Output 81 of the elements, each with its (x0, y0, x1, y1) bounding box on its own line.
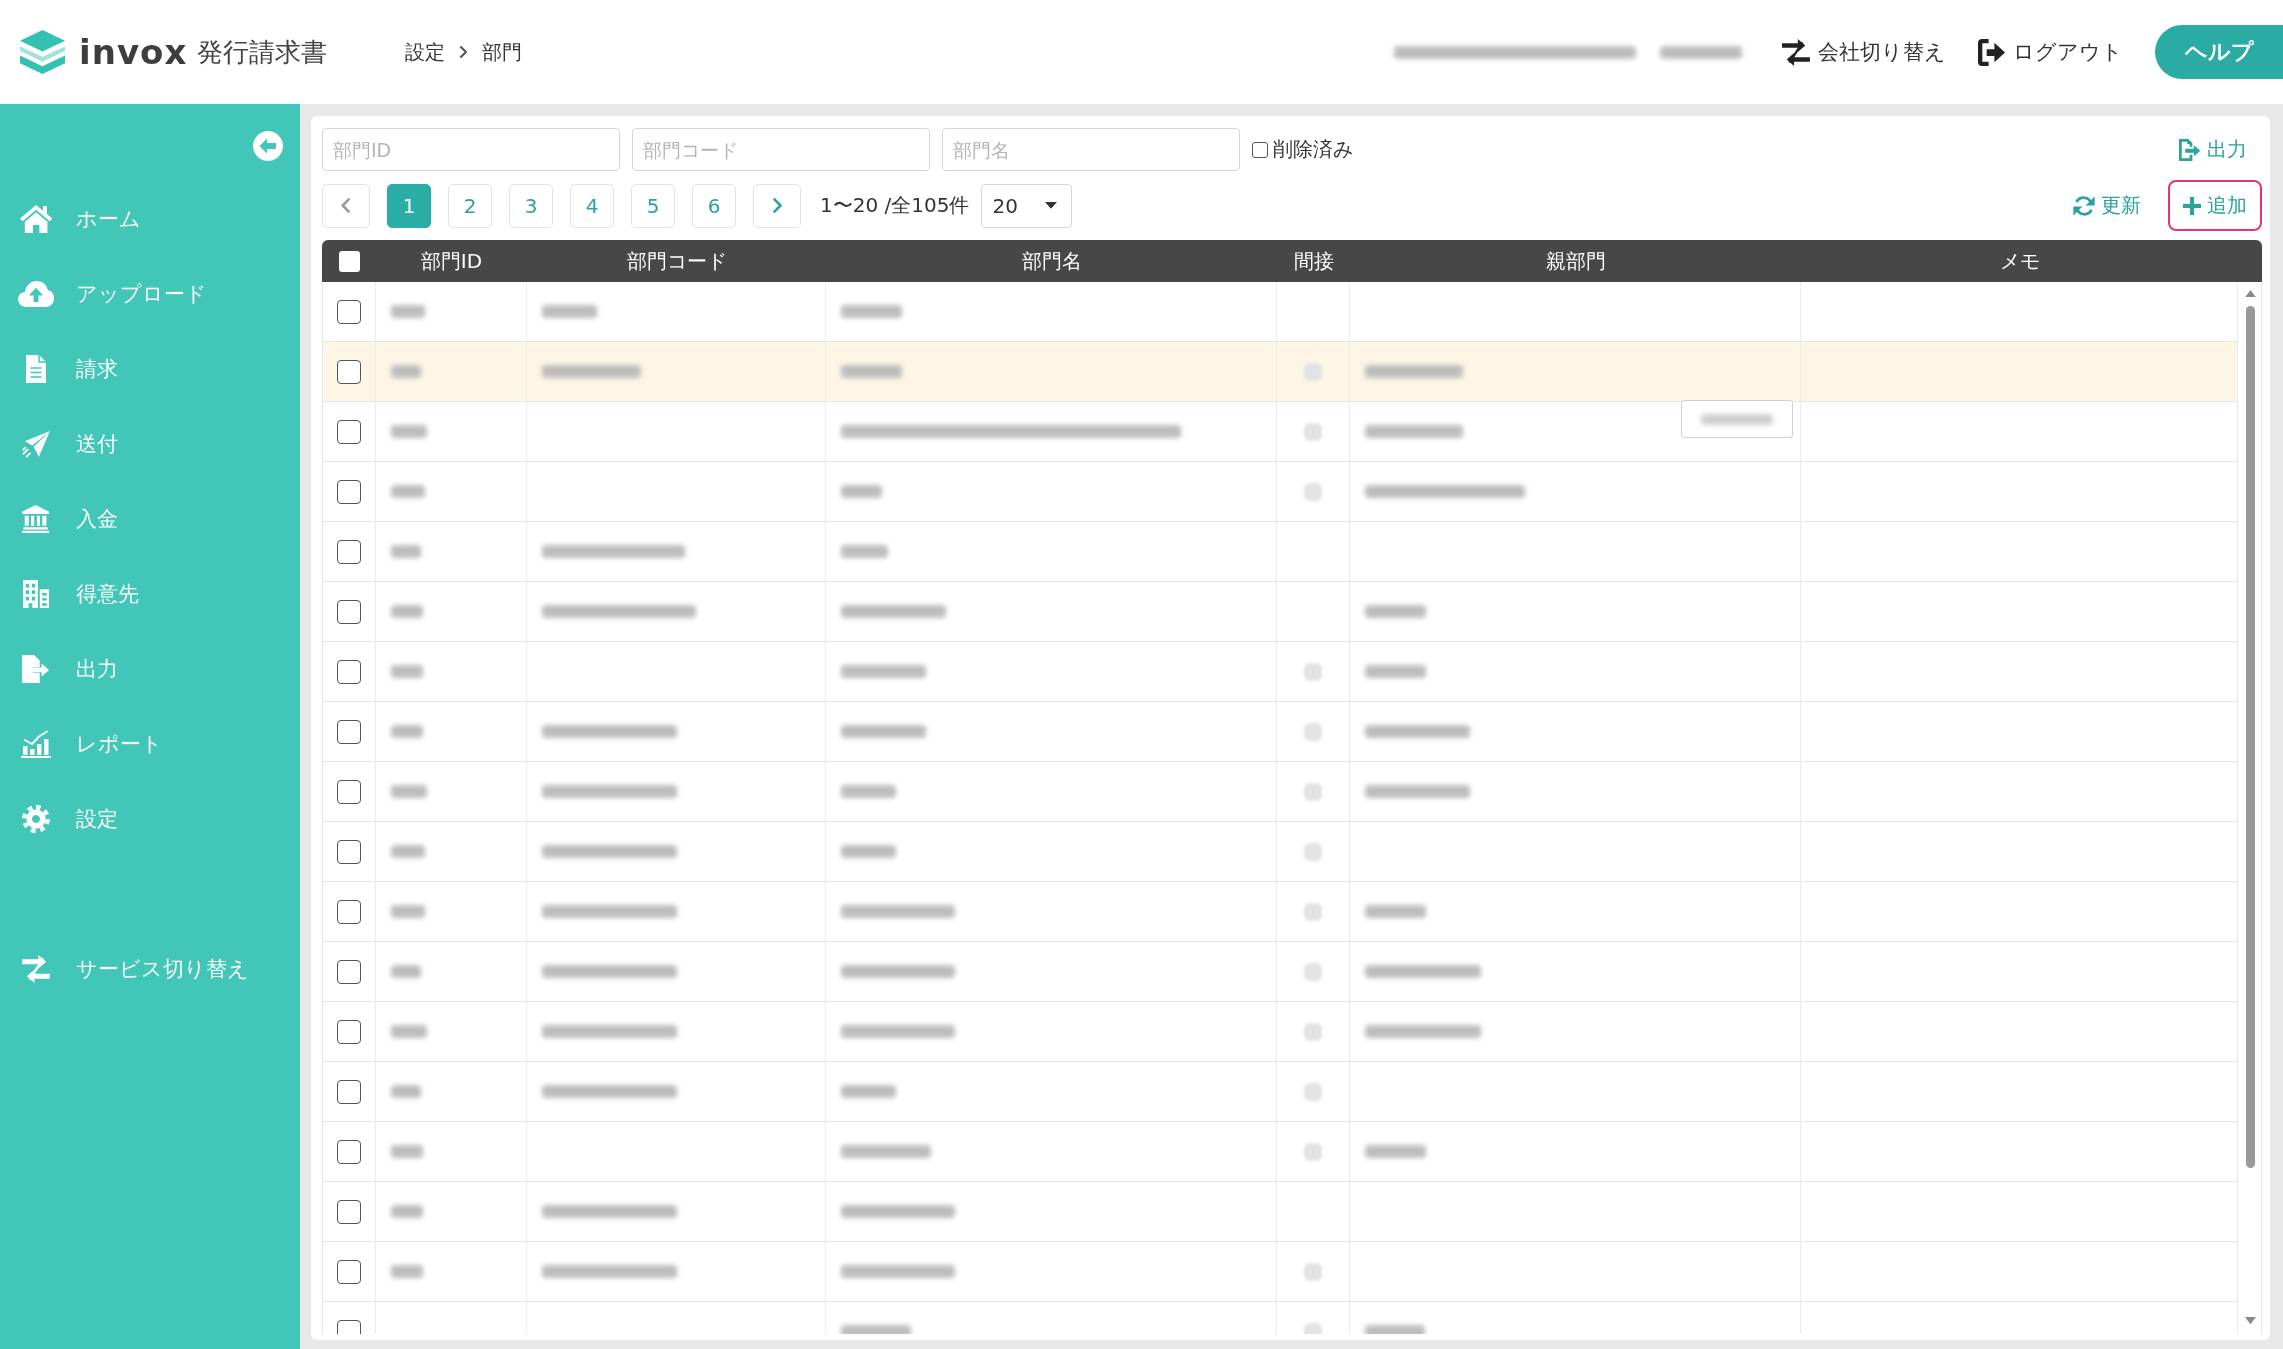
sidebar-item[interactable]: レポート (0, 706, 300, 781)
product-name: 発行請求書 (197, 35, 328, 69)
row-checkbox[interactable] (337, 1019, 361, 1044)
row-checkbox[interactable] (337, 419, 361, 444)
chart-icon (21, 729, 51, 758)
logout-link[interactable]: ログアウト (1978, 38, 2123, 66)
row-checkbox[interactable] (337, 1079, 361, 1104)
page-button[interactable]: 5 (631, 183, 675, 228)
row-checkbox[interactable] (337, 839, 361, 864)
chevron-right-icon (771, 197, 783, 214)
refresh-link[interactable]: 更新 (2073, 192, 2141, 219)
breadcrumb-link[interactable]: 設定 (405, 38, 446, 66)
row-checkbox[interactable] (337, 539, 361, 564)
bank-icon (22, 504, 50, 533)
row-checkbox[interactable] (337, 659, 361, 684)
logo-icon (20, 30, 65, 74)
sidebar-item[interactable]: 設定 (0, 781, 300, 856)
row-checkbox[interactable] (337, 719, 361, 744)
refresh-icon (2073, 194, 2095, 217)
row-checkbox[interactable] (337, 479, 361, 504)
sidebar-item[interactable]: アップロード (0, 256, 300, 331)
scroll-down-icon[interactable] (2244, 1316, 2256, 1324)
chevron-left-icon (340, 197, 352, 214)
page-button[interactable]: 6 (692, 183, 736, 228)
row-checkbox[interactable] (337, 899, 361, 924)
filter-field[interactable]: 部門コード (632, 128, 930, 171)
deleted-checkbox[interactable]: 削除済み (1252, 136, 1353, 163)
row-checkbox[interactable] (337, 779, 361, 804)
plus-icon (2183, 196, 2201, 215)
page-button[interactable]: 3 (509, 183, 553, 228)
page-button[interactable]: 2 (448, 183, 492, 228)
sidebar-item[interactable]: 得意先 (0, 556, 300, 631)
help-button[interactable]: ヘルプ (2155, 25, 2283, 79)
filter-field[interactable]: 部門名 (942, 128, 1240, 171)
export-link[interactable]: 出力 (2178, 136, 2247, 163)
row-checkbox[interactable] (337, 959, 361, 984)
checkbox-icon[interactable] (1252, 141, 1268, 158)
column-header: 部門ID (420, 247, 483, 275)
page-range-text: 1〜20 /全105件 (820, 192, 970, 219)
select-all-checkbox[interactable] (338, 250, 360, 272)
column-header: 親部門 (1545, 247, 1606, 275)
blurred-text (1701, 413, 1773, 425)
page-size-select[interactable]: 20 (981, 183, 1073, 228)
home-icon (19, 204, 53, 233)
document-icon (26, 354, 46, 383)
page-button[interactable]: 1 (387, 183, 431, 228)
row-checkbox[interactable] (337, 1259, 361, 1284)
column-header: 部門名 (1021, 247, 1082, 275)
settings-icon (22, 804, 50, 833)
caret-down-icon (1045, 202, 1058, 209)
add-button[interactable]: 追加 (2168, 180, 2262, 231)
column-header: 間接 (1293, 247, 1334, 275)
switch-arrows-icon (21, 954, 51, 983)
logo-text: invox (79, 32, 188, 72)
scrollbar-thumb[interactable] (2245, 306, 2255, 1169)
switch-arrows-icon (1782, 38, 1810, 66)
scroll-up-icon[interactable] (2244, 290, 2256, 298)
file-export-icon (22, 654, 50, 683)
logout-icon (1978, 38, 2005, 66)
sidebar-item[interactable]: サービス切り替え (0, 931, 300, 1006)
column-header: メモ (1999, 247, 2040, 275)
row-checkbox[interactable] (337, 1199, 361, 1224)
column-header: 部門コード (626, 247, 727, 275)
sidebar-item[interactable]: 出力 (0, 631, 300, 706)
row-checkbox[interactable] (337, 1139, 361, 1164)
sidebar-item[interactable]: 送付 (0, 406, 300, 481)
row-checkbox[interactable] (337, 299, 361, 324)
row-checkbox[interactable] (337, 359, 361, 384)
file-export-icon (2178, 138, 2200, 161)
row-checkbox[interactable] (337, 599, 361, 624)
sidebar-item[interactable]: 請求 (0, 331, 300, 406)
filter-field[interactable]: 部門ID (322, 128, 620, 171)
sidebar-item[interactable]: ホーム (0, 181, 300, 256)
company-switch-link[interactable]: 会社切り替え (1782, 38, 1946, 66)
sidebar-item[interactable]: 入金 (0, 481, 300, 556)
page-button[interactable]: 4 (570, 183, 614, 228)
cloud-upload-icon (18, 279, 54, 308)
building-icon (22, 579, 50, 608)
chevron-right-icon (459, 45, 468, 59)
current-page-label: 部門 (481, 38, 522, 66)
paper-plane-icon (21, 429, 51, 458)
